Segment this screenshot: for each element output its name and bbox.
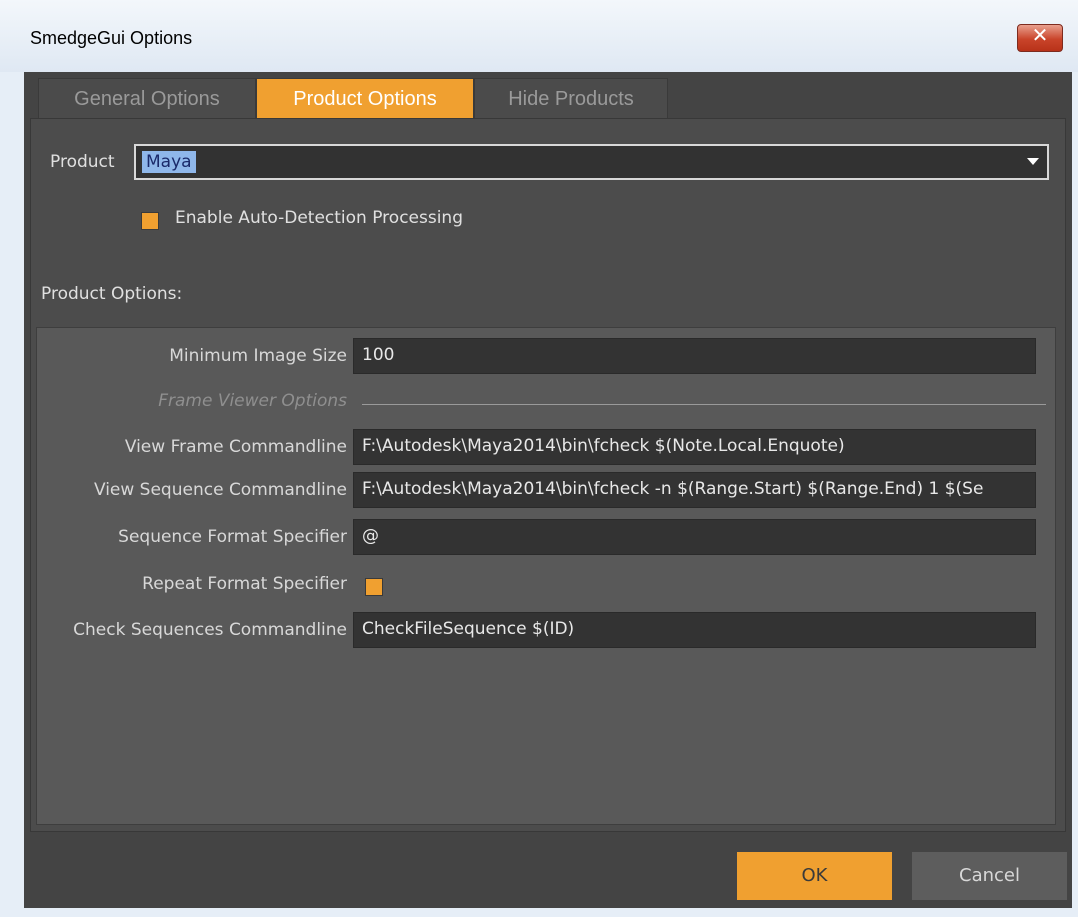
product-options-group: Minimum Image Size 100 Frame Viewer Opti… — [36, 327, 1056, 825]
repeat-format-checkbox[interactable] — [365, 578, 383, 596]
dialog-body: General Options Product Options Hide Pro… — [24, 72, 1072, 908]
minimum-image-size-field[interactable]: 100 — [353, 338, 1036, 374]
repeat-format-label: Repeat Format Specifier — [142, 574, 347, 594]
sequence-format-field[interactable]: @ — [353, 519, 1036, 555]
frame-viewer-section-label: Frame Viewer Options — [158, 391, 347, 411]
close-icon: ✕ — [1031, 23, 1049, 47]
close-button[interactable]: ✕ — [1017, 23, 1063, 52]
sequence-format-label: Sequence Format Specifier — [118, 527, 347, 547]
tab-product-options[interactable]: Product Options — [256, 78, 474, 118]
title-bar: SmedgeGui Options ✕ — [0, 0, 1078, 72]
auto-detect-checkbox[interactable] — [141, 212, 159, 230]
minimum-image-size-value: 100 — [362, 345, 395, 365]
check-sequences-value: CheckFileSequence $(ID) — [362, 619, 575, 639]
sequence-format-value: @ — [362, 526, 379, 546]
auto-detect-label: Enable Auto-Detection Processing — [175, 208, 463, 228]
product-options-panel: Product Maya Enable Auto-Detection Proce… — [30, 118, 1066, 832]
check-sequences-field[interactable]: CheckFileSequence $(ID) — [353, 612, 1036, 648]
view-frame-label: View Frame Commandline — [124, 437, 347, 457]
ok-button[interactable]: OK — [737, 852, 892, 900]
cancel-button[interactable]: Cancel — [912, 852, 1067, 900]
tab-general-options[interactable]: General Options — [38, 78, 256, 118]
options-window: SmedgeGui Options ✕ General Options Prod… — [0, 0, 1078, 917]
check-sequences-label: Check Sequences Commandline — [73, 620, 347, 640]
product-dropdown[interactable]: Maya — [134, 144, 1049, 180]
product-label: Product — [50, 152, 115, 172]
view-frame-value: F:\Autodesk\Maya2014\bin\fcheck $(Note.L… — [362, 436, 845, 456]
product-options-heading: Product Options: — [41, 284, 183, 304]
product-selected-value: Maya — [142, 151, 196, 173]
view-sequence-field[interactable]: F:\Autodesk\Maya2014\bin\fcheck -n $(Ran… — [353, 472, 1036, 508]
dropdown-arrow-icon[interactable] — [1027, 158, 1039, 165]
tab-hide-products[interactable]: Hide Products — [474, 78, 668, 118]
window-title: SmedgeGui Options — [30, 28, 193, 48]
minimum-image-size-label: Minimum Image Size — [169, 346, 347, 366]
view-sequence-value: F:\Autodesk\Maya2014\bin\fcheck -n $(Ran… — [362, 479, 984, 499]
section-divider — [362, 404, 1046, 405]
view-frame-field[interactable]: F:\Autodesk\Maya2014\bin\fcheck $(Note.L… — [353, 429, 1036, 465]
view-sequence-label: View Sequence Commandline — [93, 480, 347, 500]
